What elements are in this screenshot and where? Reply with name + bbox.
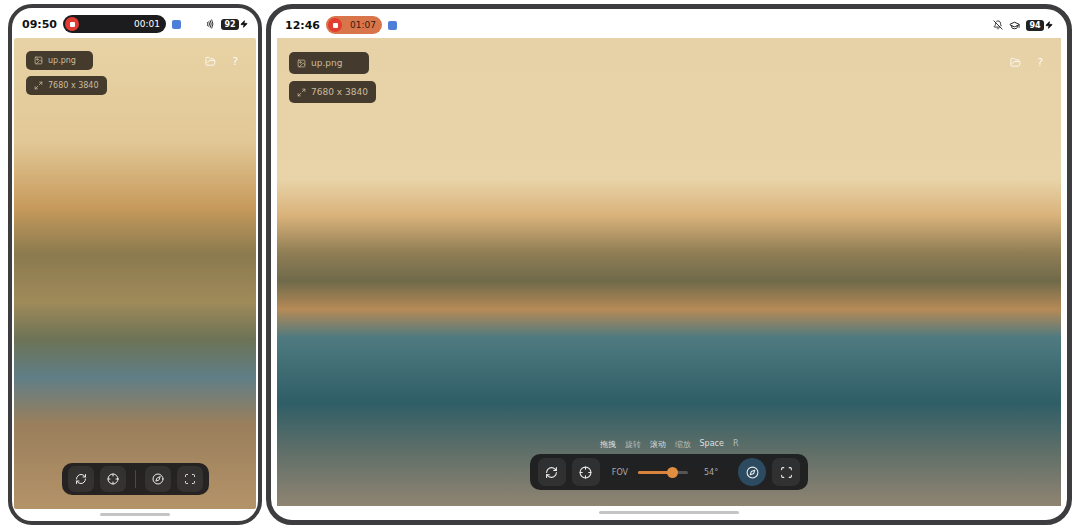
resize-icon [297,88,306,97]
record-stop-icon [328,18,342,32]
compass-icon [746,466,759,479]
panorama-view[interactable]: up.png 7680 x 3840? [14,38,256,509]
recording-time: 00:01 [134,19,160,29]
view-toolbar [62,463,209,495]
navigation-strip [14,509,256,519]
fov-reading: 54° [704,468,718,477]
fov-slider[interactable] [638,471,688,474]
fullscreen-button[interactable] [177,466,203,492]
file-name-chip: up.png [26,51,93,70]
auto-rotate-button[interactable] [538,458,566,486]
open-folder-icon[interactable] [1010,57,1021,68]
record-stop-icon [65,17,79,31]
compass-icon [152,473,164,485]
shortcut-hint: 拖拽 [600,439,616,450]
fullscreen-button[interactable] [772,458,800,486]
status-bar: 12:46 01:07 94 [277,12,1061,38]
compass-button[interactable] [145,466,171,492]
app-notification-icon [388,21,397,30]
charging-icon [240,20,248,28]
phone-frame: 09:50 00:01 92 up.png 7680 x 3840? [8,4,262,525]
crosshair-icon [579,466,592,479]
image-icon [34,56,43,65]
navigation-strip [277,506,1061,518]
panorama-view[interactable]: up.png 7680 x 3840? 拖拽旋转滚动缩放 Space R FOV 54° [277,38,1061,506]
fov-control: FOV 54° [606,468,732,477]
file-name-chip: up.png [289,52,369,74]
recenter-button[interactable] [572,458,600,486]
auto-rotate-button[interactable] [68,466,94,492]
recording-pill[interactable]: 01:07 [326,16,382,34]
device-comparison: 09:50 00:01 92 up.png 7680 x 3840? 12:46 01:07… [0,0,1080,528]
rotate-icon [75,473,87,485]
fov-slider-thumb[interactable] [667,467,678,478]
shortcut-hint: R [733,439,739,450]
status-bar: 09:50 00:01 92 [14,10,256,38]
battery: 94 [1026,20,1053,31]
clock: 12:46 [285,19,320,32]
home-indicator[interactable] [100,513,170,516]
shortcut-hint: 旋转 [625,439,641,450]
fov-label: FOV [612,468,628,477]
rotate-icon [545,466,558,479]
battery: 92 [221,19,248,30]
recenter-button[interactable] [100,466,126,492]
recording-time: 01:07 [350,20,376,30]
help-button[interactable]: ? [232,55,238,68]
open-folder-icon[interactable] [205,56,216,67]
compass-button[interactable] [738,458,766,486]
resize-icon [34,81,43,90]
nfc-icon [205,19,215,29]
help-button[interactable]: ? [1037,56,1043,69]
charging-icon [1045,21,1053,29]
mode-icon [1009,20,1020,31]
toolbar-divider [135,470,136,488]
home-indicator[interactable] [599,511,739,514]
recording-pill[interactable]: 00:01 [63,15,166,33]
shortcut-hint: 缩放 [675,439,691,450]
fullscreen-icon [184,473,196,485]
shortcut-hint: Space [700,439,724,450]
battery-level: 94 [1026,20,1044,31]
resolution-chip: 7680 x 3840 [26,76,107,95]
fullscreen-icon [780,466,793,479]
shortcut-hint: 滚动 [650,439,666,450]
clock: 09:50 [22,18,57,31]
crosshair-icon [107,473,119,485]
mute-icon [993,20,1003,30]
battery-level: 92 [221,19,239,30]
resolution-chip: 7680 x 3840 [289,81,376,103]
image-icon [297,59,306,68]
view-toolbar: FOV 54° [530,454,808,490]
tablet-frame: 12:46 01:07 94 up.png 7680 x 3840? 拖拽旋转滚动缩放 Sp… [266,4,1072,525]
shortcut-hints: 拖拽旋转滚动缩放 Space R [596,438,743,451]
app-notification-icon [172,20,181,29]
